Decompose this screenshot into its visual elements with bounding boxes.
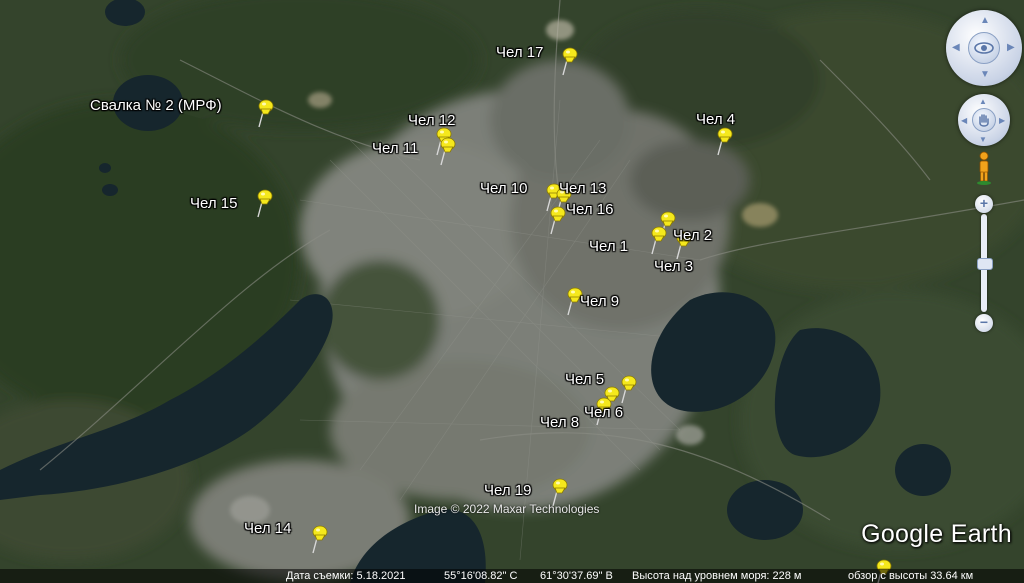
look-right-arrow-icon[interactable]: ▶ xyxy=(1007,43,1015,53)
pushpin-icon xyxy=(258,99,274,128)
label-chel-10: Чел 10 xyxy=(480,180,528,197)
label-chel-3: Чел 3 xyxy=(654,258,694,275)
move-navigation-ring[interactable]: ▲ ▼ ◀ ▶ xyxy=(958,94,1010,146)
pushpin-icon xyxy=(562,47,578,76)
move-right-arrow-icon[interactable]: ▶ xyxy=(999,116,1005,126)
label-chel-9: Чел 9 xyxy=(580,293,620,310)
move-down-arrow-icon[interactable]: ▼ xyxy=(979,135,987,145)
hand-pan-icon[interactable] xyxy=(972,108,996,132)
pin-chel-1[interactable] xyxy=(647,225,669,255)
move-left-arrow-icon[interactable]: ◀ xyxy=(961,116,967,126)
latitude-readout: 55°16'08.82" С xyxy=(444,570,518,582)
eye-altitude-readout: обзор с высоты 33.64 км xyxy=(848,570,974,582)
label-chel-11: Чел 11 xyxy=(372,140,419,157)
label-chel-12: Чел 12 xyxy=(408,112,456,129)
label-chel-6: Чел 6 xyxy=(584,404,624,421)
pushpin-icon xyxy=(440,137,456,166)
satellite-map[interactable]: Свалка № 2 (МРФ) Чел 17 Чел 12 Чел 11 Че… xyxy=(0,0,1024,583)
eye-navigation-icon[interactable] xyxy=(968,32,1000,64)
pegman-icon[interactable] xyxy=(975,150,993,186)
elevation-readout: Высота над уровнем моря: 228 м xyxy=(632,570,802,582)
look-up-arrow-icon[interactable]: ▲ xyxy=(980,16,990,26)
label-chel-17: Чел 17 xyxy=(496,44,544,61)
longitude-readout: 61°30'37.69" В xyxy=(540,570,613,582)
label-chel-16: Чел 16 xyxy=(566,201,614,218)
label-svalka-2: Свалка № 2 (МРФ) xyxy=(90,97,222,114)
label-chel-1: Чел 1 xyxy=(589,238,629,255)
pin-svalka-2[interactable] xyxy=(254,98,276,128)
imagery-attribution: Image © 2022 Maxar Technologies xyxy=(414,502,600,516)
pushpin-icon xyxy=(257,189,273,218)
pushpin-icon xyxy=(550,206,566,235)
pushpin-icon xyxy=(717,127,733,156)
move-up-arrow-icon[interactable]: ▲ xyxy=(979,97,987,107)
imagery-date: Дата съемки: 5.18.2021 xyxy=(286,570,406,582)
pin-chel-15[interactable] xyxy=(253,188,275,218)
label-chel-15: Чел 15 xyxy=(190,195,238,212)
label-chel-4: Чел 4 xyxy=(696,111,736,128)
label-chel-2: Чел 2 xyxy=(673,227,713,244)
look-down-arrow-icon[interactable]: ▼ xyxy=(980,70,990,80)
label-chel-13: Чел 13 xyxy=(559,180,607,197)
pin-chel-11[interactable] xyxy=(436,136,458,166)
label-chel-14: Чел 14 xyxy=(244,520,292,537)
pin-chel-17[interactable] xyxy=(558,46,580,76)
google-earth-logo: Google Earth xyxy=(861,520,1012,548)
pushpin-icon xyxy=(312,525,328,554)
label-chel-19: Чел 19 xyxy=(484,482,532,499)
label-chel-8: Чел 8 xyxy=(540,414,580,431)
pushpin-icon xyxy=(651,226,667,255)
zoom-in-icon[interactable]: + xyxy=(975,195,993,213)
label-chel-5: Чел 5 xyxy=(565,371,605,388)
status-bar: Дата съемки: 5.18.2021 55°16'08.82" С 61… xyxy=(0,569,1024,583)
pin-chel-14[interactable] xyxy=(308,524,330,554)
look-navigation-ring[interactable]: ▲ ▼ ◀ ▶ xyxy=(946,10,1022,86)
zoom-slider-thumb[interactable] xyxy=(977,258,993,270)
pin-chel-4[interactable] xyxy=(713,126,735,156)
look-left-arrow-icon[interactable]: ◀ xyxy=(952,43,960,53)
pin-chel-16[interactable] xyxy=(546,205,568,235)
zoom-out-icon[interactable]: − xyxy=(975,314,993,332)
